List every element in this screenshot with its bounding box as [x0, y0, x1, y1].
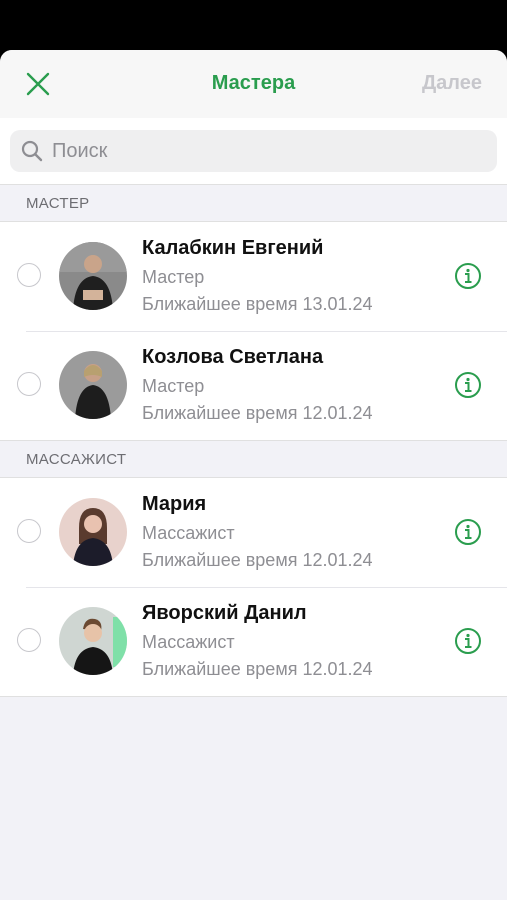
- master-name: Калабкин Евгений: [142, 237, 324, 259]
- info-icon[interactable]: [454, 371, 482, 399]
- master-list: Калабкин Евгений Мастер Ближайшее время …: [0, 222, 507, 441]
- info-icon[interactable]: [454, 262, 482, 290]
- search-field[interactable]: [10, 130, 497, 172]
- avatar: [59, 351, 127, 419]
- search-bar: [0, 118, 507, 185]
- list-item[interactable]: Козлова Светлана Мастер Ближайшее время …: [0, 331, 507, 440]
- master-name: Яворский Данил: [142, 602, 307, 624]
- list-item[interactable]: Калабкин Евгений Мастер Ближайшее время …: [0, 222, 507, 331]
- avatar: [59, 498, 127, 566]
- search-input[interactable]: [50, 138, 454, 164]
- radio-button[interactable]: [17, 519, 41, 543]
- nearest-time: Ближайшее время 12.01.24: [142, 403, 373, 423]
- section-header-massage: МАССАЖИСТ: [0, 441, 507, 478]
- nearest-time: Ближайшее время 12.01.24: [142, 550, 373, 570]
- master-role: Массажист: [142, 632, 235, 652]
- search-icon: [21, 140, 43, 162]
- master-name: Козлова Светлана: [142, 346, 324, 368]
- radio-button[interactable]: [17, 628, 41, 652]
- nearest-time: Ближайшее время 12.01.24: [142, 659, 373, 679]
- next-button[interactable]: Далее: [422, 72, 482, 95]
- nearest-time: Ближайшее время 13.01.24: [142, 294, 373, 314]
- info-icon[interactable]: [454, 518, 482, 546]
- master-role: Мастер: [142, 376, 205, 396]
- radio-button[interactable]: [17, 263, 41, 287]
- navigation-bar: Мастера Далее: [0, 50, 507, 118]
- master-role: Массажист: [142, 523, 235, 543]
- list-item[interactable]: Мария Массажист Ближайшее время 12.01.24: [0, 478, 507, 587]
- section-header-master: МАСТЕР: [0, 185, 507, 222]
- masters-sheet: Мастера Далее МАСТЕР Ка: [0, 50, 507, 900]
- massage-list: Мария Массажист Ближайшее время 12.01.24: [0, 478, 507, 697]
- avatar: [59, 242, 127, 310]
- list-item[interactable]: Яворский Данил Массажист Ближайшее время…: [0, 587, 507, 696]
- info-icon[interactable]: [454, 627, 482, 655]
- avatar: [59, 607, 127, 675]
- master-role: Мастер: [142, 267, 205, 287]
- radio-button[interactable]: [17, 372, 41, 396]
- master-name: Мария: [142, 493, 207, 515]
